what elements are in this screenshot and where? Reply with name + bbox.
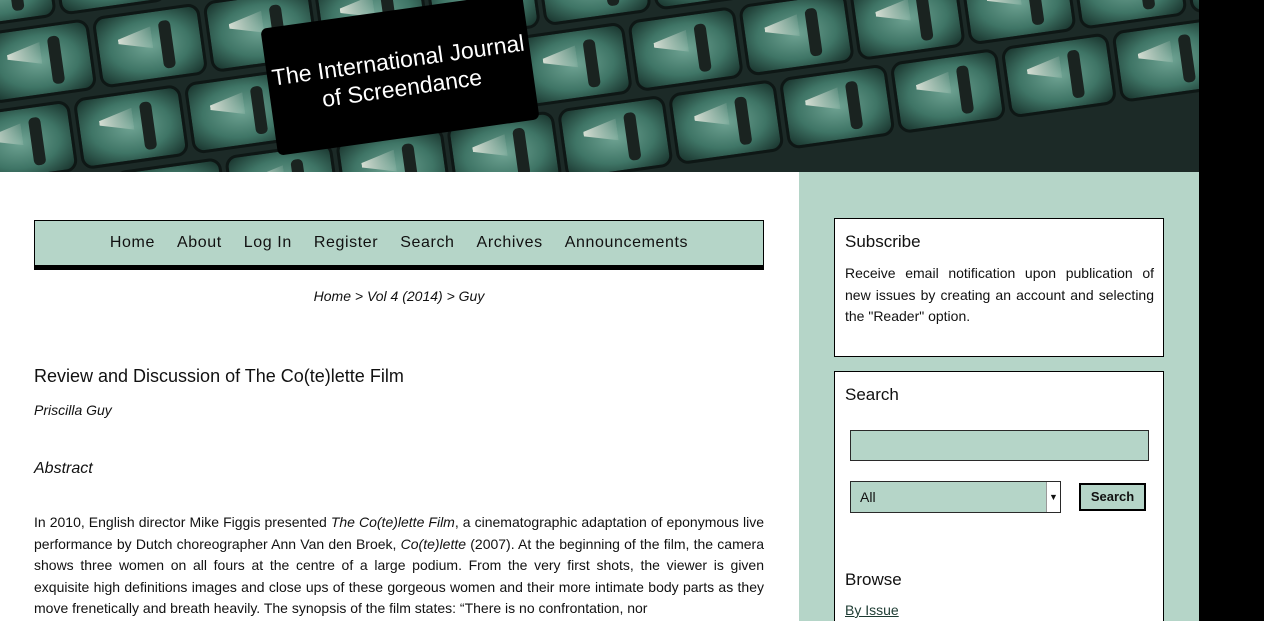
- film-frame-tile: [627, 5, 745, 93]
- film-frame-tile: [738, 0, 856, 77]
- abstract-film-title: The Co(te)lette Film: [330, 514, 455, 530]
- film-frame-tile: [72, 83, 190, 171]
- abstract-heading: Abstract: [34, 460, 93, 477]
- film-frame-tile: [1111, 16, 1199, 103]
- page-edge: [1199, 0, 1264, 621]
- banner-film-tiles: [0, 0, 1199, 172]
- nav-about[interactable]: About: [177, 234, 222, 252]
- search-scope-value: All: [860, 489, 876, 505]
- nav-search[interactable]: Search: [400, 234, 454, 252]
- breadcrumb[interactable]: Home > Vol 4 (2014) > Guy: [34, 288, 764, 304]
- film-frame-tile: [91, 2, 209, 89]
- film-frame-tile: [556, 94, 674, 172]
- abstract-part-1: In 2010, English director Mike Figgis pr…: [34, 514, 331, 530]
- subscribe-title: Subscribe: [845, 232, 921, 251]
- film-frame-tile: [0, 18, 98, 105]
- film-frame-tile: [1000, 32, 1118, 119]
- film-frame-tile: [667, 78, 785, 166]
- abstract-performance-title: Co(te)lette: [400, 535, 467, 552]
- film-frame-tile: [0, 99, 79, 172]
- nav-announcements[interactable]: Announcements: [565, 234, 688, 252]
- search-input[interactable]: [850, 430, 1149, 461]
- main-content: Home About Log In Register Search Archiv…: [0, 172, 799, 621]
- film-frame-tile: [778, 63, 896, 150]
- subscribe-text: Receive email notification upon publicat…: [845, 265, 1154, 324]
- article-title: Review and Discussion of The Co(te)lette…: [34, 366, 404, 386]
- nav-register[interactable]: Register: [314, 234, 378, 252]
- sidebar: Subscribe Receive email notification upo…: [799, 172, 1199, 621]
- nav-bar: Home About Log In Register Search Archiv…: [34, 220, 764, 270]
- film-frame-tile: [848, 0, 966, 62]
- browse-title: Browse: [845, 570, 902, 589]
- film-frame-tile: [889, 47, 1007, 135]
- browse-by-issue-link[interactable]: By Issue: [845, 602, 899, 618]
- article-author: Priscilla Guy: [34, 402, 112, 418]
- chevron-down-icon[interactable]: ▼: [1046, 482, 1060, 512]
- abstract-text: In 2010, English director Mike Figgis pr…: [34, 512, 764, 620]
- search-title: Search: [845, 385, 899, 404]
- nav-login[interactable]: Log In: [244, 234, 292, 252]
- search-block: Search All ▼ Search Browse By Issue: [834, 371, 1164, 621]
- nav-home[interactable]: Home: [110, 234, 155, 252]
- search-button[interactable]: Search: [1079, 483, 1146, 511]
- subscribe-block: Subscribe Receive email notification upo…: [834, 218, 1164, 357]
- journal-banner: The International Journal of Screendance: [0, 0, 1199, 172]
- nav-archives[interactable]: Archives: [477, 234, 543, 252]
- search-scope-select[interactable]: All ▼: [850, 481, 1061, 513]
